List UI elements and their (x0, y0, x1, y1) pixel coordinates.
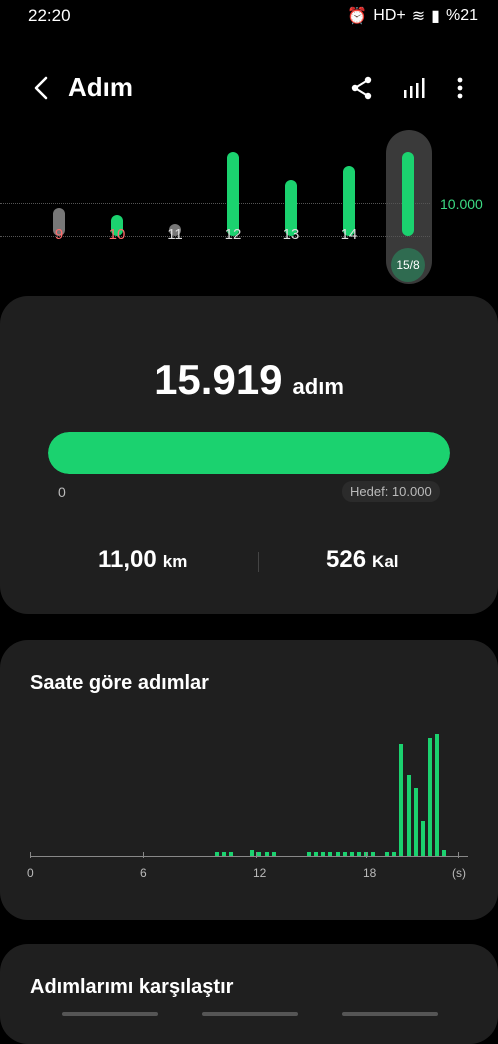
calories-stat: 526 Kal (326, 546, 399, 574)
calories-value: 526 (326, 546, 367, 573)
hourly-bar (413, 787, 418, 856)
hourly-tick (366, 852, 367, 858)
wifi-icon: ≋ (411, 8, 426, 25)
hourly-bar (434, 734, 439, 856)
chart-icon[interactable] (400, 74, 428, 102)
hourly-bar (420, 821, 425, 856)
hourly-tick (458, 852, 459, 858)
hourly-tick-label: 12 (253, 866, 267, 880)
nav-home[interactable] (202, 1012, 298, 1016)
hourly-tick (256, 852, 257, 858)
progress-fill (48, 432, 450, 474)
goal-line (0, 203, 430, 204)
hourly-bar (427, 738, 432, 856)
week-day-label: 14 (340, 226, 358, 243)
distance-stat: 11,00 km (98, 546, 187, 574)
share-icon[interactable] (348, 74, 376, 102)
steps-unit: adım (292, 374, 344, 399)
back-icon[interactable] (28, 74, 54, 102)
week-day-label: 13 (282, 226, 300, 243)
hourly-tick-label: 18 (363, 866, 377, 880)
nav-recent[interactable] (62, 1012, 158, 1016)
stat-divider (258, 552, 259, 572)
goal-badge: Hedef: 10.000 (342, 481, 440, 502)
week-day-label: 12 (224, 226, 242, 243)
compare-title: Adımlarımı karşılaştır (30, 976, 234, 998)
hourly-bar (406, 775, 411, 856)
week-day-label: 10 (108, 226, 126, 243)
hourly-bar (399, 744, 404, 856)
nav-back[interactable] (342, 1012, 438, 1016)
hourly-title: Saate göre adımlar (30, 672, 209, 694)
hourly-tick-label: 0 (27, 866, 34, 880)
more-icon[interactable] (446, 74, 474, 102)
week-day-label: 9 (54, 226, 64, 243)
hourly-tick (30, 852, 31, 858)
hourly-tick (143, 852, 144, 858)
week-day-label: 15/8 (391, 248, 425, 282)
progress-min: 0 (58, 484, 66, 500)
distance-unit: km (162, 552, 188, 571)
network-label: HD+ (373, 7, 406, 24)
status-time: 22:20 (28, 6, 71, 25)
week-day-label: 11 (167, 226, 183, 243)
calories-unit: Kal (372, 552, 399, 571)
progress-bar (48, 432, 450, 474)
signal-icon: ▮ (431, 8, 440, 25)
steps-total: 15.919 adım (0, 356, 498, 404)
battery-label: %21 (445, 7, 478, 24)
page-title: Adım (68, 72, 133, 102)
distance-value: 11,00 (98, 546, 157, 573)
hourly-axis (30, 856, 468, 857)
hourly-tick-label: 6 (140, 866, 147, 880)
status-icons: ⏰ HD+ ≋ ▮ %21 (347, 6, 478, 26)
week-bar-6[interactable] (402, 152, 414, 236)
alarm-icon: ⏰ (347, 8, 368, 25)
status-bar: 22:20 ⏰ HD+ ≋ ▮ %21 (0, 0, 498, 32)
week-bar-3[interactable] (227, 152, 239, 236)
steps-number: 15.919 (154, 356, 283, 403)
hourly-tick-label: (s) (452, 866, 466, 880)
goal-label: 10.000 (440, 196, 483, 212)
